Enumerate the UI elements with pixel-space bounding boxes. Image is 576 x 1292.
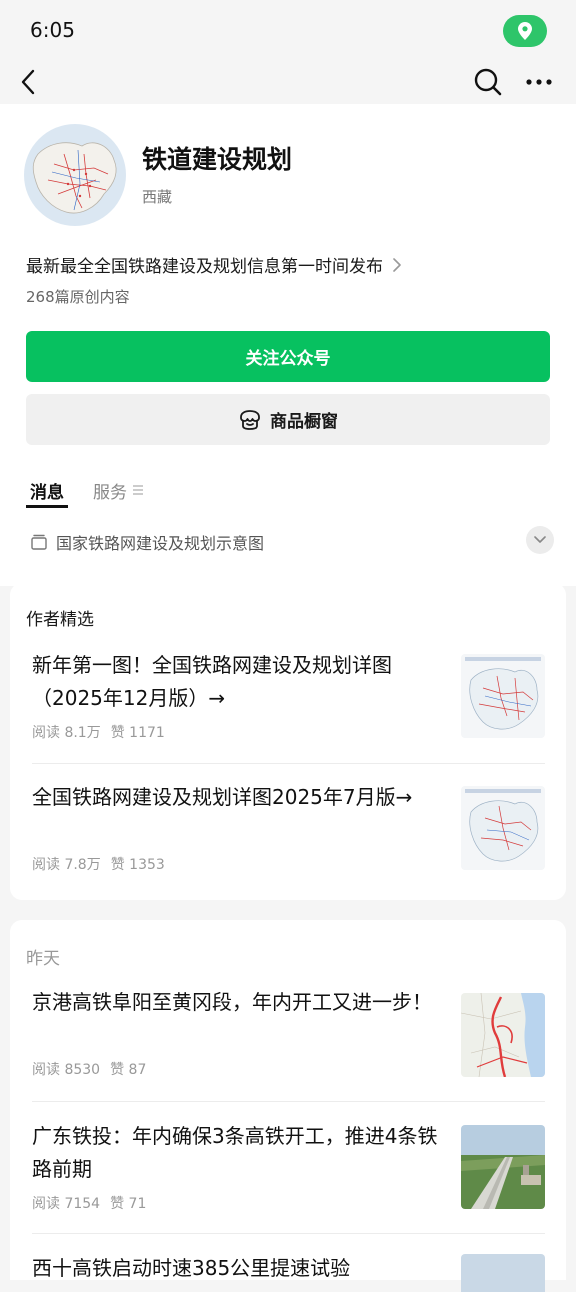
railway-map-thumbnail — [461, 654, 545, 738]
article-item[interactable]: 新年第一图！全国铁路网建设及规划详图（2025年12月版）→ 阅读 8.1万赞 … — [10, 649, 566, 759]
back-button[interactable] — [14, 64, 42, 100]
article-item[interactable]: 全国铁路网建设及规划详图2025年7月版→ 阅读 7.8万赞 1353 — [10, 781, 566, 881]
search-button[interactable] — [472, 66, 504, 98]
article-title: 京港高铁阜阳至黄冈段，年内开工又进一步！ — [32, 990, 432, 1014]
high-speed-rail-photo — [461, 1125, 545, 1209]
location-pin-icon — [518, 22, 532, 40]
article-thumbnail — [461, 786, 545, 870]
read-count: 阅读 7154 — [32, 1196, 101, 1212]
collection-row[interactable]: 国家铁路网建设及规划示意图 — [30, 526, 554, 558]
article-thumbnail — [461, 993, 545, 1077]
featured-card: 作者精选 新年第一图！全国铁路网建设及规划详图（2025年12月版）→ 阅读 8… — [10, 583, 566, 900]
divider — [32, 1233, 545, 1234]
article-title: 广东铁投：年内确保3条高铁开工，推进4条铁路前期 — [32, 1124, 438, 1181]
storefront-icon — [240, 409, 260, 430]
account-avatar[interactable] — [24, 124, 126, 226]
date-heading: 昨天 — [26, 949, 60, 969]
read-count: 阅读 8530 — [32, 1062, 101, 1078]
expand-collection-button[interactable] — [526, 526, 554, 554]
active-tab-indicator — [26, 505, 68, 508]
chevron-right-icon — [393, 257, 401, 272]
featured-title: 作者精选 — [26, 610, 94, 630]
menu-lines-icon — [133, 485, 143, 495]
article-thumbnail — [461, 1125, 545, 1209]
location-indicator[interactable] — [503, 15, 547, 47]
account-region: 西藏 — [142, 188, 173, 206]
tab-messages[interactable]: 消息 — [30, 478, 64, 503]
article-thumbnail — [461, 1254, 545, 1292]
collection-icon — [31, 534, 47, 550]
recent-articles-card: 昨天 京港高铁阜阳至黄冈段，年内开工又进一步！ 阅读 8530 赞 87 广东铁投… — [10, 920, 566, 1292]
status-bar: 6:05 — [0, 0, 576, 60]
article-item[interactable]: 京港高铁阜阳至黄冈段，年内开工又进一步！ 阅读 8530 赞 87 — [10, 986, 566, 1096]
article-item[interactable]: 西十高铁启动时速385公里提速试验 — [10, 1252, 566, 1292]
article-thumbnail — [461, 654, 545, 738]
original-content-count: 268篇原创内容 — [26, 288, 130, 306]
route-map-thumbnail — [461, 993, 545, 1077]
railway-map-avatar-image — [24, 124, 126, 226]
divider — [32, 763, 545, 764]
more-dots-icon — [526, 79, 552, 85]
follow-button-label: 关注公众号 — [245, 349, 331, 369]
shop-window-label: 商品橱窗 — [270, 412, 338, 432]
article-title: 全国铁路网建设及规划详图2025年7月版→ — [32, 785, 413, 809]
search-icon — [474, 68, 502, 96]
read-count: 阅读 7.8万 — [32, 857, 101, 873]
like-count: 赞 1353 — [110, 857, 165, 873]
chevron-down-icon — [534, 536, 546, 543]
article-meta: 阅读 8.1万赞 1171 — [32, 722, 165, 742]
article-title: 西十高铁启动时速385公里提速试验 — [32, 1256, 351, 1280]
article-meta: 阅读 8530 赞 87 — [32, 1059, 146, 1079]
divider — [32, 1101, 545, 1102]
profile-header: 铁道建设规划 西藏 最新最全全国铁路建设及规划信息第一时间发布 268篇原创内容… — [0, 104, 576, 586]
back-arrow-icon — [21, 69, 35, 95]
account-intro-link[interactable]: 最新最全全国铁路建设及规划信息第一时间发布 — [26, 252, 401, 277]
article-title: 新年第一图！全国铁路网建设及规划详图（2025年12月版）→ — [32, 653, 392, 710]
like-count: 赞 1171 — [110, 725, 165, 741]
tab-services[interactable]: 服务 — [93, 478, 127, 503]
shop-window-button[interactable]: 商品橱窗 — [26, 394, 550, 445]
collection-label: 国家铁路网建设及规划示意图 — [56, 534, 265, 553]
article-meta: 阅读 7.8万赞 1353 — [32, 854, 165, 874]
read-count: 阅读 8.1万 — [32, 725, 101, 741]
account-name: 铁道建设规划 — [142, 145, 293, 174]
nav-bar — [0, 60, 576, 104]
railway-map-thumbnail — [461, 786, 545, 870]
like-count: 赞 71 — [110, 1196, 147, 1212]
like-count: 赞 87 — [110, 1062, 147, 1078]
article-meta: 阅读 7154 赞 71 — [32, 1193, 146, 1213]
article-item[interactable]: 广东铁投：年内确保3条高铁开工，推进4条铁路前期 阅读 7154 赞 71 — [10, 1120, 566, 1230]
status-time: 6:05 — [30, 18, 75, 42]
more-options-button[interactable] — [522, 66, 556, 98]
account-intro: 最新最全全国铁路建设及规划信息第一时间发布 — [26, 257, 383, 277]
follow-button[interactable]: 关注公众号 — [26, 331, 550, 382]
